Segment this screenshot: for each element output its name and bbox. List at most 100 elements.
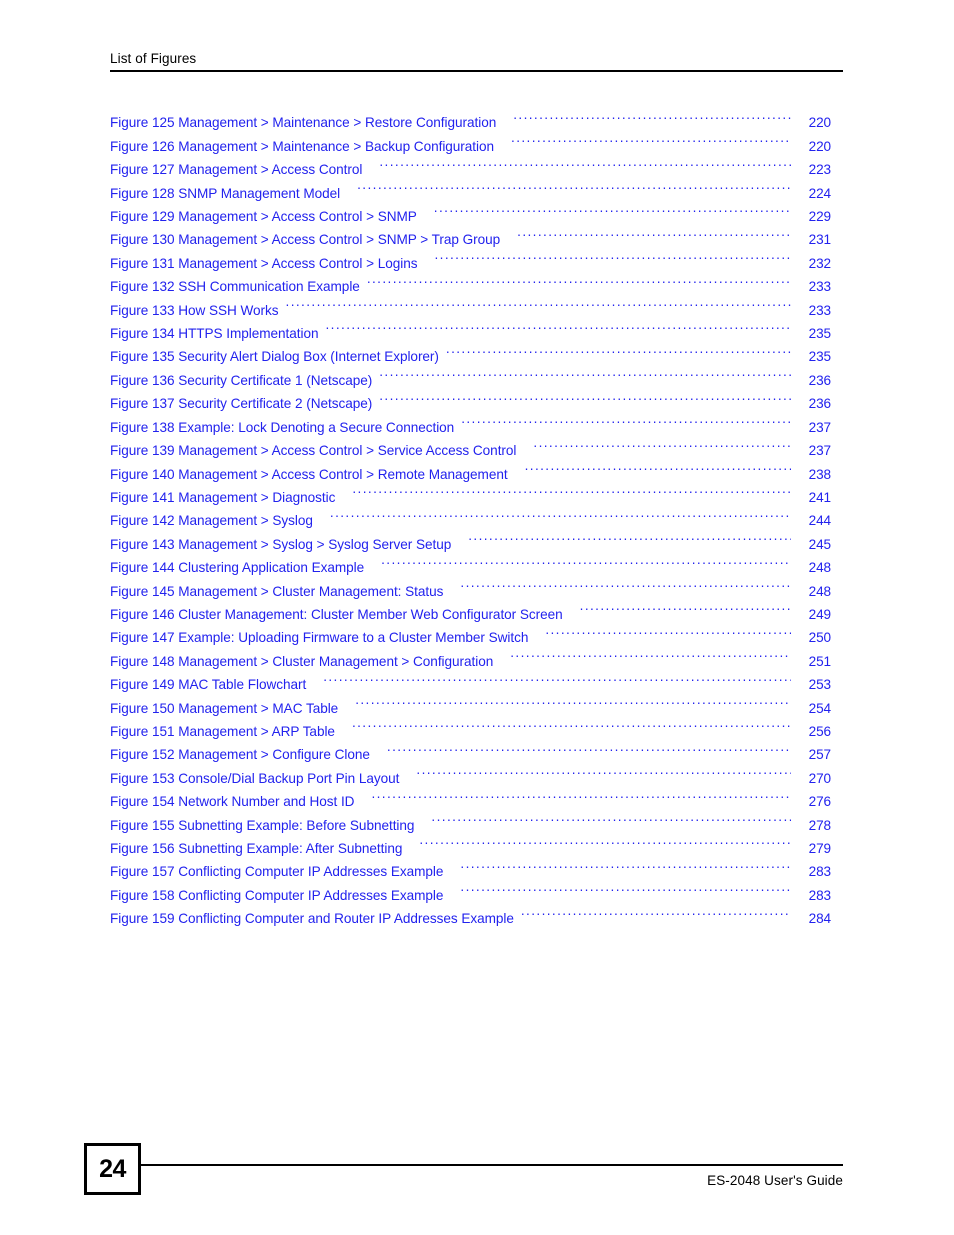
figure-entry-dot-leader (446, 338, 791, 361)
figure-entry-dot-leader (419, 830, 791, 853)
figure-entry-page-number: 283 (808, 887, 831, 903)
figure-entry-page-number: 276 (808, 794, 831, 810)
figure-entry-page-number: 237 (808, 419, 831, 435)
figure-entry-title: Figure 125 Management > Maintenance > Re… (110, 115, 497, 131)
figure-entry-title: Figure 137 Security Certificate 2 (Netsc… (110, 396, 373, 412)
figure-entry-dot-leader (468, 525, 791, 548)
page-number-box: 24 (84, 1143, 141, 1195)
figure-entry-dot-leader (521, 900, 791, 923)
figure-entry-page-number: 278 (808, 817, 831, 833)
figure-entry-page-number: 254 (808, 700, 831, 716)
figure-entry-title: Figure 128 SNMP Management Model (110, 185, 341, 201)
figure-entry-title: Figure 157 Conflicting Computer IP Addre… (110, 864, 444, 880)
figure-entry-page-number: 248 (808, 560, 831, 576)
figure-entry-page-number: 220 (808, 138, 831, 154)
figure-entry-page-number: 238 (808, 466, 831, 482)
figure-entry-page-number: 237 (808, 443, 831, 459)
figure-entry-page-number: 250 (808, 630, 831, 646)
figure-entry-dot-leader (371, 783, 791, 806)
figure-entry-title: Figure 158 Conflicting Computer IP Addre… (110, 887, 444, 903)
figure-entry-title: Figure 146 Cluster Management: Cluster M… (110, 606, 563, 622)
figure-entry-title: Figure 144 Clustering Application Exampl… (110, 560, 365, 576)
figure-entry-title: Figure 159 Conflicting Computer and Rout… (110, 911, 514, 927)
figure-entry-page-number: 231 (808, 232, 831, 248)
figure-entry-dot-leader (510, 642, 791, 665)
figure-entry-dot-leader (545, 619, 791, 642)
figure-entry-title: Figure 129 Management > Access Control >… (110, 209, 417, 225)
figure-entry-page-number: 283 (808, 864, 831, 880)
figure-entry-dot-leader (460, 853, 791, 876)
figure-entry-page-number: 232 (808, 255, 831, 271)
figure-entry-title: Figure 147 Example: Uploading Firmware t… (110, 630, 529, 646)
figure-entry-dot-leader (352, 479, 791, 502)
figure-entry-dot-leader (525, 455, 791, 478)
figure-entry-dot-leader (367, 268, 791, 291)
figure-entry-page-number: 257 (808, 747, 831, 763)
figure-entry-page-number: 244 (808, 513, 831, 529)
header-divider (110, 70, 843, 72)
figure-entry-title: Figure 145 Management > Cluster Manageme… (110, 583, 444, 599)
figure-entry-title: Figure 151 Management > ARP Table (110, 723, 335, 739)
figure-entry-title: Figure 149 MAC Table Flowchart (110, 677, 307, 693)
figure-entry-page-number: 248 (808, 583, 831, 599)
figure-entry-dot-leader (355, 689, 791, 712)
figure-entry-page-number: 235 (808, 326, 831, 342)
figure-entry-page-number: 233 (808, 279, 831, 295)
figure-entry-dot-leader (513, 104, 791, 127)
figure-entry-page-number: 241 (808, 489, 831, 505)
figure-entry-dot-leader (434, 244, 791, 267)
figure-entry-title: Figure 133 How SSH Works (110, 302, 279, 318)
figure-entry-title: Figure 142 Management > Syslog (110, 513, 313, 529)
figure-entry-page-number: 253 (808, 677, 831, 693)
figure-entry-title: Figure 136 Security Certificate 1 (Netsc… (110, 372, 373, 388)
figure-entry-dot-leader (511, 127, 791, 150)
figure-entry-dot-leader (416, 759, 791, 782)
figure-entry-page-number: 229 (808, 209, 831, 225)
figure-entry-page-number: 224 (808, 185, 831, 201)
figure-entry-dot-leader (326, 315, 792, 338)
figure-entry-dot-leader (517, 221, 791, 244)
figure-entry-title: Figure 134 HTTPS Implementation (110, 326, 319, 342)
figure-entry-title: Figure 153 Console/Dial Backup Port Pin … (110, 770, 400, 786)
figure-entry-dot-leader (323, 666, 791, 689)
figure-entry-title: Figure 155 Subnetting Example: Before Su… (110, 817, 415, 833)
page-header: List of Figures (110, 50, 843, 72)
footer-divider (141, 1164, 843, 1166)
page-header-title: List of Figures (110, 51, 197, 66)
figure-entry-page-number: 220 (808, 115, 831, 131)
figure-entry-title: Figure 150 Management > MAC Table (110, 700, 339, 716)
figure-entry-page-number: 245 (808, 536, 831, 552)
figure-entry-dot-leader (533, 432, 791, 455)
figure-entry-page-number: 270 (808, 770, 831, 786)
figure-entry-title: Figure 152 Management > Configure Clone (110, 747, 370, 763)
figure-entry-title: Figure 139 Management > Access Control >… (110, 443, 517, 459)
figure-entry-dot-leader (434, 198, 791, 221)
figure-entry-page-number: 251 (808, 653, 831, 669)
figure-entry-title: Figure 156 Subnetting Example: After Sub… (110, 841, 403, 856)
list-of-figures: Figure 125 Management > Maintenance > Re… (110, 104, 831, 926)
figure-entry-dot-leader (379, 151, 791, 174)
figure-entry-page-number: 279 (808, 841, 831, 856)
figure-entry-page-number: 233 (808, 302, 831, 318)
figure-entry-dot-leader (460, 572, 791, 595)
figure-entry-page-number: 284 (808, 911, 831, 927)
figure-entry-page-number: 256 (808, 723, 831, 739)
figure-entry-title: Figure 154 Network Number and Host ID (110, 794, 355, 810)
figure-entry-dot-leader (460, 876, 791, 899)
figure-entry-dot-leader (379, 361, 791, 384)
figure-entry[interactable]: Figure 125 Management > Maintenance > Re… (110, 104, 831, 131)
figure-entry-page-number: 249 (808, 606, 831, 622)
figure-entry-title: Figure 138 Example: Lock Denoting a Secu… (110, 419, 455, 435)
figure-entry-dot-leader (286, 291, 791, 314)
figure-entry-dot-leader (387, 736, 791, 759)
figure-entry-title: Figure 127 Management > Access Control (110, 162, 363, 178)
page-footer: 24 ES-2048 User's Guide (0, 1143, 954, 1203)
figure-entry-page-number: 235 (808, 349, 831, 365)
figure-entry-dot-leader (431, 806, 791, 829)
figure-entry-dot-leader (330, 502, 791, 525)
figure-entry-dot-leader (379, 385, 791, 408)
footer-guide-label: ES-2048 User's Guide (707, 1173, 843, 1188)
figure-entry-dot-leader (352, 713, 791, 736)
figure-entry-page-number: 236 (808, 396, 831, 412)
figure-entry-dot-leader (381, 549, 791, 572)
